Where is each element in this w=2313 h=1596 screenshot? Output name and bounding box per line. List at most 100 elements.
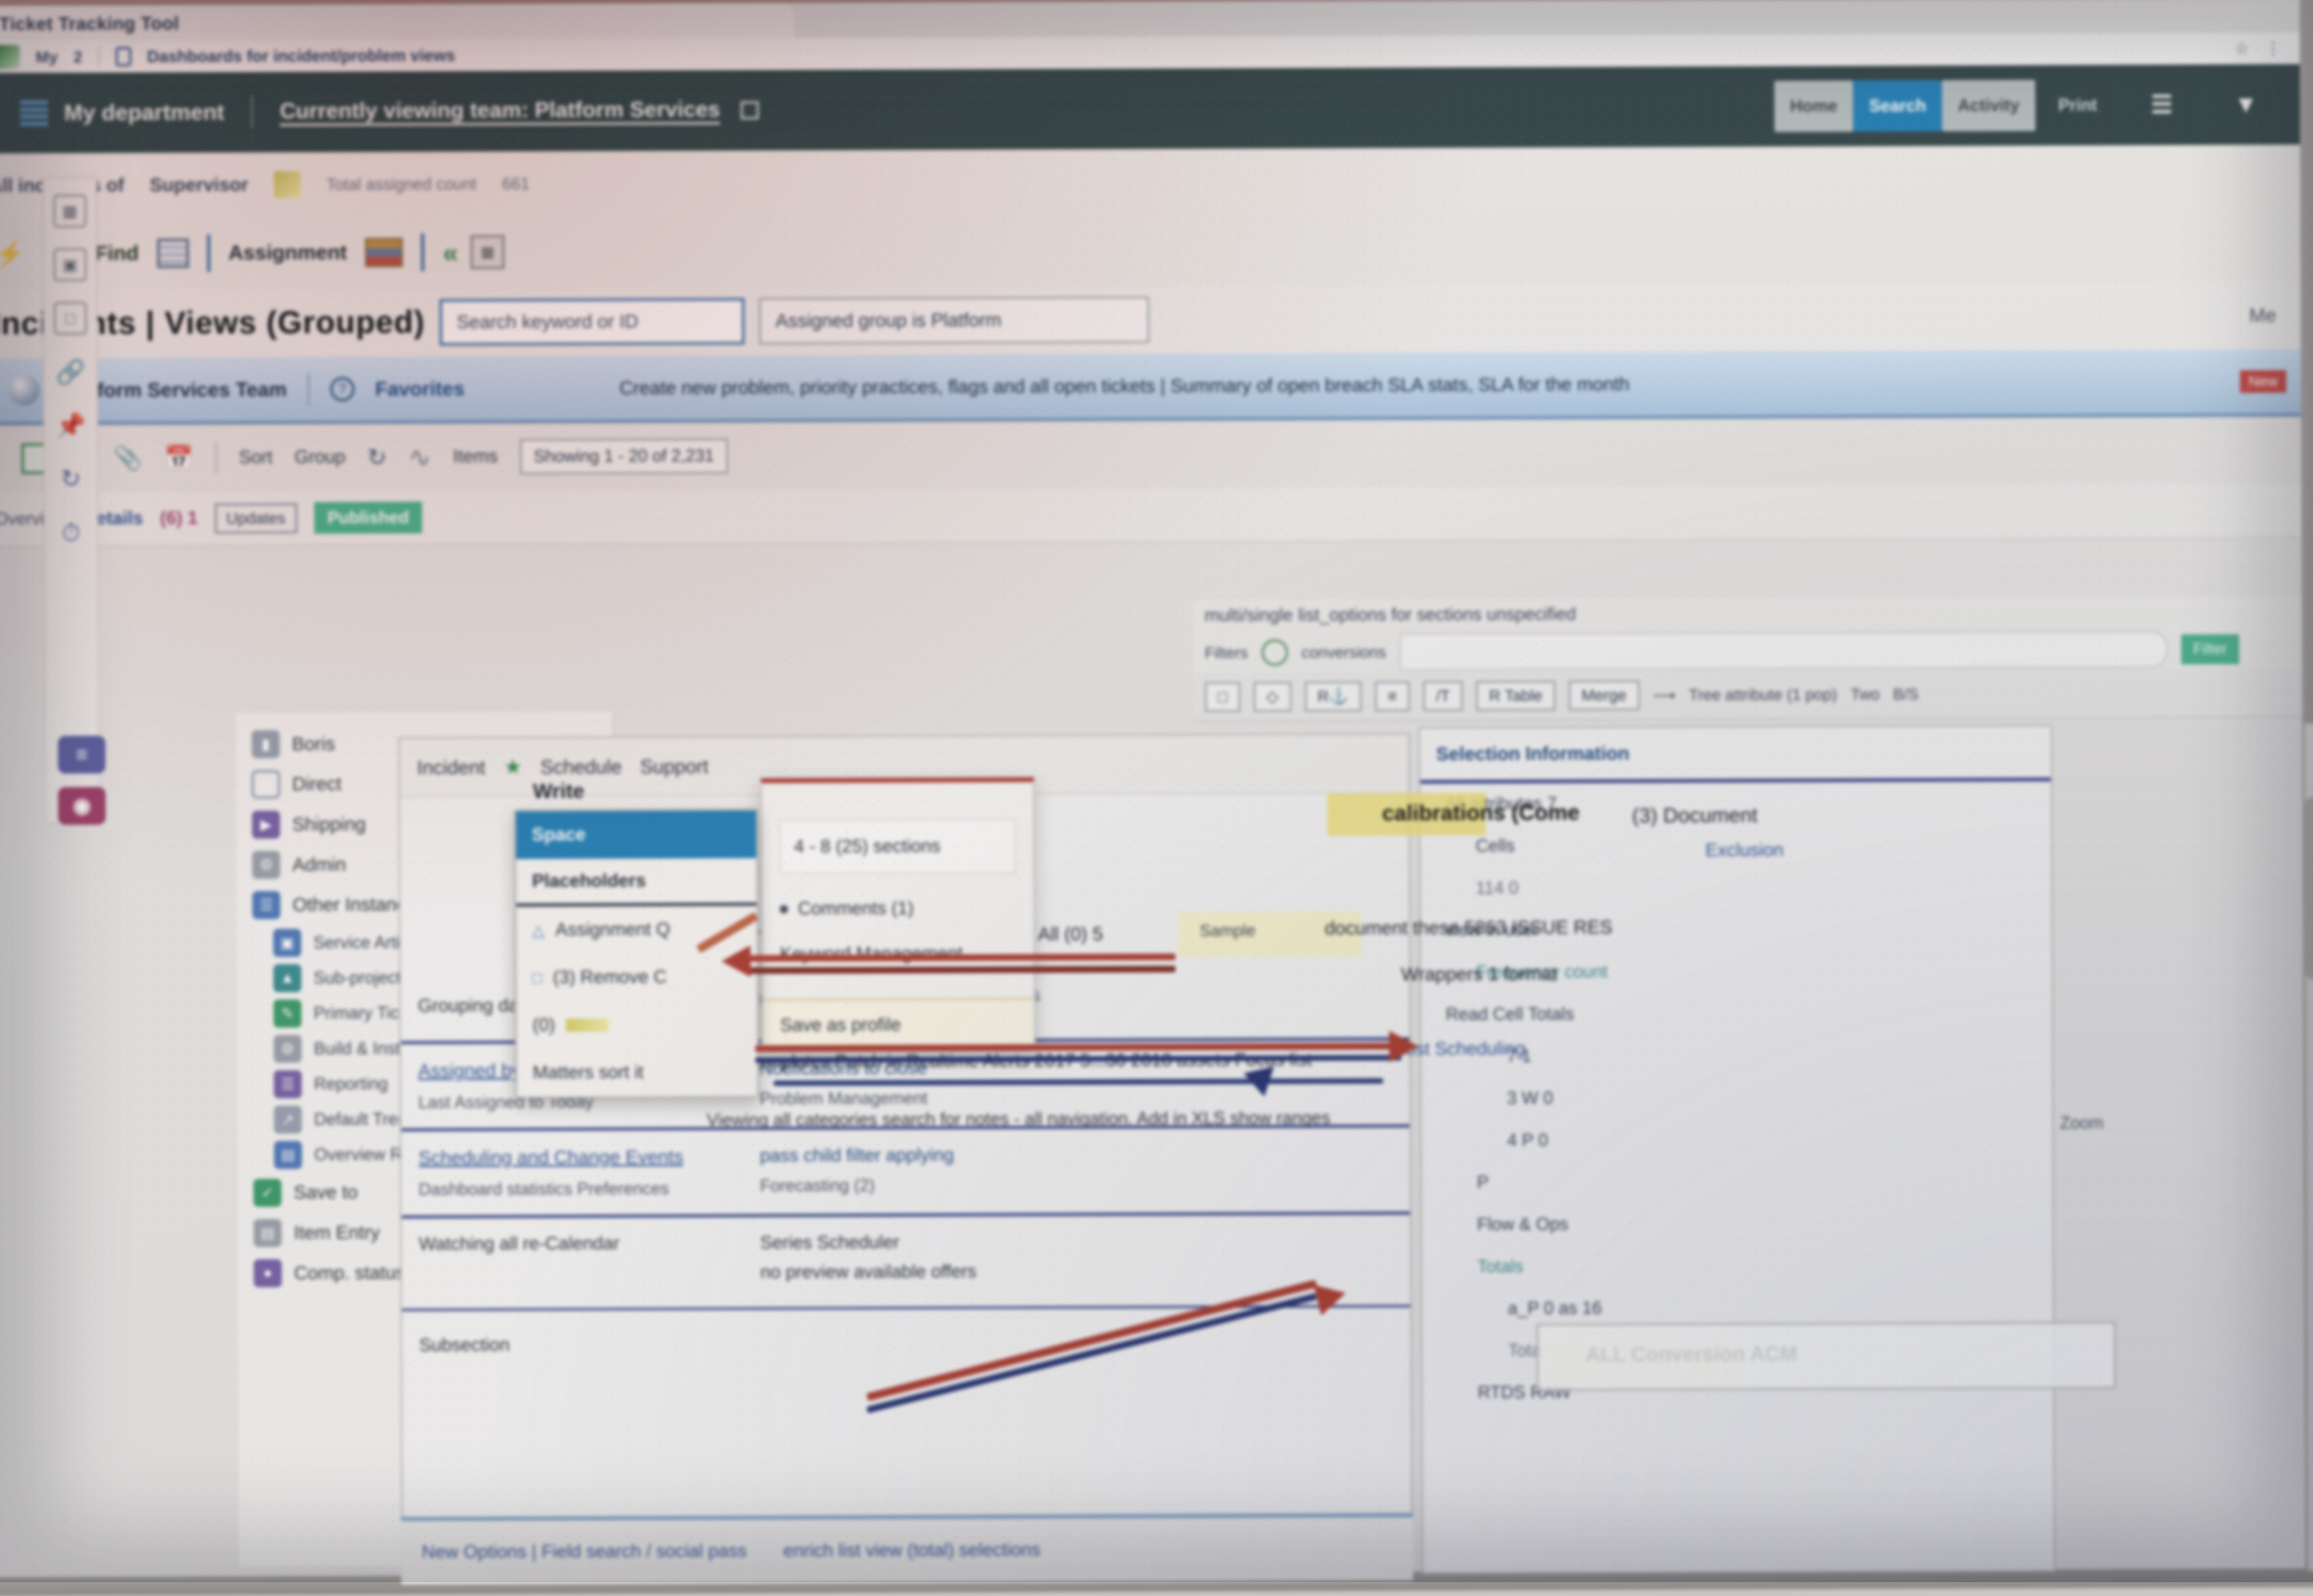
detail-footer-line: Viewing all categories search for notes … <box>707 1108 1331 1130</box>
main-toolbar: ⚡ Find Assignment « ▦ <box>0 209 2301 290</box>
more-menu-icon[interactable]: ⋮ <box>2265 39 2281 58</box>
chat-badge[interactable]: ≡ <box>58 735 106 774</box>
bottom-link-1[interactable]: New Options | Field search / social pass <box>422 1541 747 1562</box>
find-label[interactable]: Find <box>95 242 139 266</box>
profile-glyph: ▼ <box>2233 90 2258 118</box>
nav-home-button[interactable]: Home <box>1774 80 1854 132</box>
conversions-label[interactable]: conversions <box>1302 643 1387 662</box>
dropdown-item-remove[interactable]: □ (3) Remove C <box>516 953 757 1002</box>
address-input[interactable]: Dashboards for incident/problem views <box>147 39 2218 66</box>
two-label[interactable]: Two <box>1850 685 1879 704</box>
breadcrumb-favorites-link[interactable]: Favorites <box>375 377 465 401</box>
nav-menu-icon[interactable]: ☰ <box>2119 64 2204 146</box>
right-panel-row[interactable]: Read Cell Totals <box>1421 991 2052 1036</box>
table-icon[interactable] <box>157 238 189 268</box>
image-icon[interactable]: ▣ <box>53 248 87 281</box>
shape-square-icon[interactable]: □ <box>1205 681 1240 712</box>
pin-icon[interactable]: 📌 <box>54 409 87 442</box>
entry-icon: ▤ <box>253 1218 282 1247</box>
group-label[interactable]: Group <box>295 447 346 468</box>
refresh-icon[interactable]: ↻ <box>54 463 87 496</box>
shape-diamond-icon[interactable]: ◇ <box>1253 681 1291 712</box>
right-panel-row[interactable]: Cells <box>1420 823 2051 868</box>
assignment-label[interactable]: Assignment <box>228 241 347 265</box>
app-brand[interactable]: My department <box>64 99 224 126</box>
filters-label[interactable]: Filters <box>1205 643 1248 662</box>
dropdown-item-placeholders[interactable]: Placeholders <box>516 858 757 907</box>
text-icon[interactable]: /T <box>1423 681 1463 711</box>
attach-icon[interactable]: 📎 <box>114 445 143 472</box>
icon-rail: ▦ ▣ □ 🔗 📌 ↻ ⏱ <box>42 177 100 824</box>
right-panel-row: P <box>1476 1173 1489 1192</box>
outline-icon: ◇ <box>252 770 280 799</box>
row-left-cell: Scheduling and Change Events Dashboard s… <box>419 1146 760 1199</box>
right-panel-row[interactable]: All attributes 7 <box>1420 781 2051 826</box>
search-input[interactable]: Search keyword or ID <box>439 298 744 346</box>
bolt-icon[interactable]: ⚡ <box>0 237 26 271</box>
nav-search-button[interactable]: Search <box>1853 80 1943 132</box>
bs-label[interactable]: B/S <box>1893 685 1919 704</box>
trend-icon: ↗ <box>273 1105 302 1134</box>
right-top-input[interactable] <box>1399 631 2168 671</box>
nav-activity-button[interactable]: Activity <box>1941 79 2036 132</box>
select-all-icon[interactable]: ▦ <box>470 235 505 270</box>
right-panel-row[interactable]: Frequency count <box>1421 949 2052 994</box>
sidebar-item-label: Comp. status <box>293 1262 405 1284</box>
dropdown-item-selected[interactable]: Space <box>516 810 757 859</box>
table-button[interactable]: R Table <box>1476 680 1556 711</box>
bullet-icon <box>779 905 788 914</box>
branch-icon: ▲ <box>273 964 302 993</box>
lock-icon <box>115 46 131 67</box>
chart-icon[interactable]: ∿ <box>408 441 431 473</box>
right-panel-row[interactable]: Flow & Ops <box>1422 1202 2053 1246</box>
table-row[interactable]: Scheduling and Change Events Dashboard s… <box>401 1127 1410 1219</box>
sidebar-item-label: Direct <box>292 773 342 795</box>
list-icon[interactable]: ≡ <box>1375 681 1410 711</box>
refresh-icon[interactable]: ↻ <box>367 444 387 472</box>
right-panel-row[interactable]: Totals <box>1422 1244 2053 1288</box>
tab-updates[interactable]: Updates <box>214 503 298 534</box>
dropdown-item-swatch[interactable]: (0) <box>517 1001 757 1049</box>
right-panel-row: 3 W 0 <box>1506 1088 1553 1109</box>
browser-tab[interactable]: Ticket Tracking Tool <box>0 2 794 42</box>
stack-icon[interactable] <box>365 237 404 267</box>
right-panel-row[interactable]: RTDS RAW <box>1423 1370 2053 1415</box>
row-subvalue: Forecasting (2) <box>760 1176 875 1195</box>
popover-comments[interactable]: Comments (1) <box>779 898 1016 920</box>
camera-badge[interactable]: ◉ <box>58 787 106 825</box>
page-icon[interactable]: □ <box>54 302 87 335</box>
popover-title: 4 - 8 (25) sections <box>779 818 1016 875</box>
bottom-link-2[interactable]: enrich list view (total) selections <box>783 1539 1040 1561</box>
clock-icon[interactable]: ⏱ <box>55 516 88 549</box>
items-label: Items <box>453 446 498 467</box>
row-link[interactable]: Scheduling and Change Events <box>419 1146 748 1170</box>
hamburger-icon[interactable] <box>20 100 48 126</box>
tree-attribute-label[interactable]: Tree attribute (1 pop) <box>1689 685 1837 704</box>
chevrons-icon[interactable]: « <box>443 235 452 269</box>
right-panel-row[interactable]: view in user <box>1421 908 2052 952</box>
merge-button[interactable]: Merge <box>1569 680 1640 711</box>
row-value: Series Scheduler <box>760 1232 900 1253</box>
subheader-right[interactable]: Supervisor <box>149 174 248 196</box>
scrollbar-thumb[interactable] <box>2305 796 2313 980</box>
filter-input[interactable]: Assigned group is Platform <box>758 296 1149 344</box>
radio-icon[interactable] <box>1261 639 1288 666</box>
popover-footer-action[interactable]: Save as profile <box>763 997 1034 1051</box>
anchor-icon[interactable]: R⚓ <box>1304 681 1362 711</box>
calendar-icon[interactable]: 📅 <box>164 444 193 472</box>
dropdown-item-label: (0) <box>532 1015 555 1035</box>
row-subtext: Dashboard statistics Preferences <box>418 1179 669 1199</box>
sort-label[interactable]: Sort <box>239 447 273 469</box>
bookmark-icon[interactable]: ☆ <box>2234 39 2249 58</box>
help-icon[interactable]: ? <box>329 376 355 402</box>
nav-profile-icon[interactable]: ▼ <box>2203 64 2288 145</box>
dropdown-item-matters[interactable]: Matters sort it <box>517 1049 757 1097</box>
filter-button[interactable]: Filter <box>2180 634 2240 664</box>
dropdown-item-label: Assignment Q <box>555 919 670 940</box>
nav-print-button[interactable]: Print <box>2035 64 2120 146</box>
tab-counter: (6) 1 <box>160 508 198 529</box>
grid-icon[interactable]: ▦ <box>53 194 87 228</box>
link-icon[interactable]: 🔗 <box>54 355 87 388</box>
table-row[interactable]: Watching all re-Calendar Series Schedule… <box>401 1214 1411 1311</box>
dropdown-item-assignment[interactable]: △ Assignment Q <box>516 906 757 954</box>
